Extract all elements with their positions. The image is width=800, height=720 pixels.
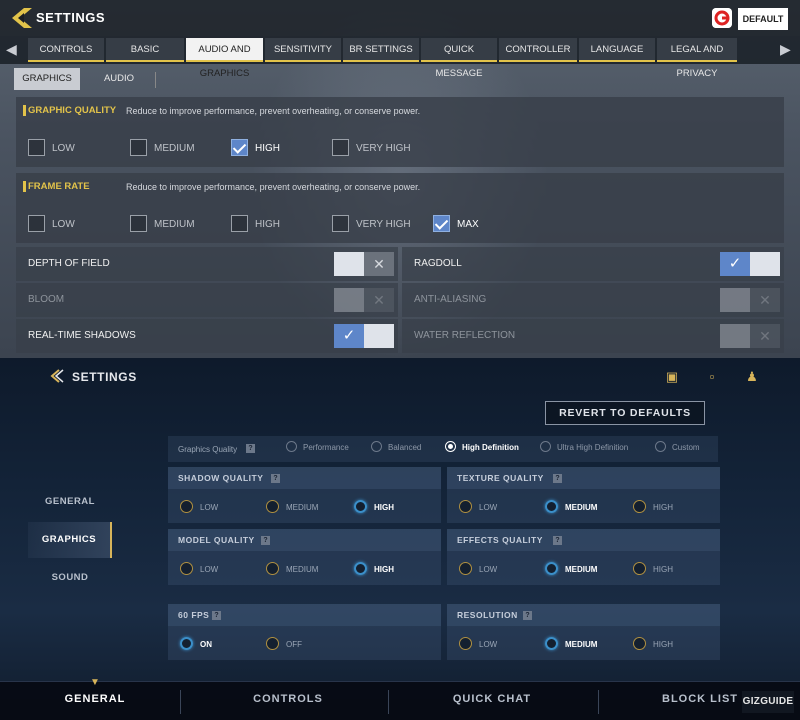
tab-controller[interactable]: CONTROLLER xyxy=(499,38,577,62)
graphic-quality-title: GRAPHIC QUALITY xyxy=(22,105,117,116)
toggle-water-reflection[interactable]: ✕ xyxy=(720,324,780,348)
tab-legal-and-privacy[interactable]: LEGAL AND PRIVACY xyxy=(657,38,737,79)
toggle-row-real-time-shadows: REAL-TIME SHADOWS ✓ xyxy=(16,319,398,353)
fps-card: 60 FPS ? ON OFF xyxy=(168,604,441,660)
nav-block-list[interactable]: BLOCK LIST xyxy=(645,693,755,705)
back-arrow-icon[interactable] xyxy=(48,368,64,384)
check-icon: ✓ xyxy=(334,324,364,348)
header-bar: SETTINGS DEFAULT xyxy=(0,0,800,36)
main-tabs: ◀ CONTROLS BASIC AUDIO AND GRAPHICS SENS… xyxy=(0,36,800,79)
graphic-quality-panel: GRAPHIC QUALITY Reduce to improve perfor… xyxy=(16,97,784,167)
graphics-quality-row: Graphics Quality ? Performance Balanced … xyxy=(168,436,718,462)
frame-rate-panel: FRAME RATE Reduce to improve performance… xyxy=(16,173,784,243)
subtab-graphics[interactable]: GRAPHICS xyxy=(14,68,80,90)
shadow-quality-card: SHADOW QUALITY ? LOW MEDIUM HIGH xyxy=(168,467,441,523)
tab-br-settings[interactable]: BR SETTINGS xyxy=(343,38,419,62)
nav-quick-chat[interactable]: QUICK CHAT xyxy=(437,693,547,705)
subtab-audio[interactable]: AUDIO xyxy=(86,68,152,90)
checkbox[interactable] xyxy=(231,215,248,232)
toggle-row-water-reflection: WATER REFLECTION ✕ xyxy=(402,319,784,353)
toggle-anti-aliasing[interactable]: ✕ xyxy=(720,288,780,312)
wildrift-settings-screen: SETTINGS ▣ ▫ ♟ REVERT TO DEFAULTS GENERA… xyxy=(0,358,800,720)
tab-right-arrow-icon[interactable]: ▶ xyxy=(780,41,791,58)
tab-left-arrow-icon[interactable]: ◀ xyxy=(6,41,17,58)
sidebar-item-general[interactable]: GENERAL xyxy=(28,484,112,520)
default-button[interactable]: DEFAULT xyxy=(738,8,788,30)
tab-basic[interactable]: BASIC xyxy=(106,38,184,62)
sub-tabs: GRAPHICS AUDIO xyxy=(0,66,800,92)
watermark-logo: GIZGUIDE xyxy=(742,691,794,713)
resolution-card: RESOLUTION ? LOW MEDIUM HIGH xyxy=(447,604,720,660)
tab-quick-message[interactable]: QUICK MESSAGE xyxy=(421,38,497,79)
friends-icon[interactable]: ♟ xyxy=(744,370,760,384)
toggle-depth-of-field[interactable]: ✕ xyxy=(334,252,394,276)
back-arrow-icon[interactable] xyxy=(8,5,34,31)
x-icon: ✕ xyxy=(750,288,780,312)
checkbox[interactable] xyxy=(28,215,45,232)
help-icon[interactable]: ? xyxy=(553,474,562,483)
help-icon[interactable]: ? xyxy=(523,611,532,620)
tab-sensitivity[interactable]: SENSITIVITY xyxy=(265,38,341,62)
divider xyxy=(598,690,599,714)
gem-icon xyxy=(720,288,750,312)
divider xyxy=(180,690,181,714)
nav-indicator-icon: ▼ xyxy=(90,677,100,688)
revert-to-defaults-button[interactable]: REVERT TO DEFAULTS xyxy=(545,401,705,425)
gem-icon xyxy=(334,288,364,312)
model-quality-card: MODEL QUALITY ? LOW MEDIUM HIGH xyxy=(168,529,441,585)
checkbox[interactable] xyxy=(332,215,349,232)
help-icon[interactable]: ? xyxy=(271,474,280,483)
tab-language[interactable]: LANGUAGE xyxy=(579,38,655,62)
checkbox-checked[interactable] xyxy=(231,139,248,156)
toggle-bloom[interactable]: ✕ xyxy=(334,288,394,312)
checkbox[interactable] xyxy=(28,139,45,156)
checkbox-checked[interactable] xyxy=(433,215,450,232)
gem-icon xyxy=(750,252,780,276)
gem-icon xyxy=(364,324,394,348)
divider xyxy=(388,690,389,714)
page-title: SETTINGS xyxy=(72,370,137,384)
sidebar-item-graphics[interactable]: GRAPHICS xyxy=(28,522,112,558)
toggle-row-ragdoll: RAGDOLL ✓ xyxy=(402,247,784,281)
divider xyxy=(155,72,156,88)
x-icon: ✕ xyxy=(364,252,394,276)
toggle-ragdoll[interactable]: ✓ xyxy=(720,252,780,276)
help-icon[interactable]: ? xyxy=(246,444,255,453)
x-icon: ✕ xyxy=(750,324,780,348)
texture-quality-card: TEXTURE QUALITY ? LOW MEDIUM HIGH xyxy=(447,467,720,523)
page-title: SETTINGS xyxy=(36,10,106,25)
chat-icon[interactable]: ▫ xyxy=(704,370,720,384)
help-icon[interactable]: ? xyxy=(212,611,221,620)
toggle-row-anti-aliasing: ANTI-ALIASING ✕ xyxy=(402,283,784,317)
garena-logo xyxy=(712,8,732,28)
gem-icon xyxy=(720,324,750,348)
nav-general[interactable]: GENERAL xyxy=(40,693,150,705)
checkbox[interactable] xyxy=(130,215,147,232)
checkbox[interactable] xyxy=(332,139,349,156)
graphic-quality-desc: Reduce to improve performance, prevent o… xyxy=(126,106,421,116)
checkbox[interactable] xyxy=(130,139,147,156)
tab-audio-and-graphics[interactable]: AUDIO AND GRAPHICS xyxy=(186,38,263,79)
toggle-row-depth-of-field: DEPTH OF FIELD ✕ xyxy=(16,247,398,281)
sidebar-item-sound[interactable]: SOUND xyxy=(28,560,112,596)
toggle-real-time-shadows[interactable]: ✓ xyxy=(334,324,394,348)
x-icon: ✕ xyxy=(364,288,394,312)
effects-quality-card: EFFECTS QUALITY ? LOW MEDIUM HIGH xyxy=(447,529,720,585)
toggle-row-bloom: BLOOM ✕ xyxy=(16,283,398,317)
codm-settings-screen: SETTINGS DEFAULT ◀ CONTROLS BASIC AUDIO … xyxy=(0,0,800,358)
graphics-quality-label: Graphics Quality xyxy=(178,445,238,454)
tab-controls[interactable]: CONTROLS xyxy=(28,38,104,62)
check-icon: ✓ xyxy=(720,252,750,276)
frame-rate-desc: Reduce to improve performance, prevent o… xyxy=(126,182,421,192)
bottom-nav: ▼ GENERAL CONTROLS QUICK CHAT BLOCK LIST xyxy=(0,677,800,720)
help-icon[interactable]: ? xyxy=(553,536,562,545)
gem-icon xyxy=(334,252,364,276)
frame-rate-title: FRAME RATE xyxy=(23,181,90,192)
nav-controls[interactable]: CONTROLS xyxy=(233,693,343,705)
help-icon[interactable]: ? xyxy=(261,536,270,545)
clipboard-icon[interactable]: ▣ xyxy=(664,370,680,384)
